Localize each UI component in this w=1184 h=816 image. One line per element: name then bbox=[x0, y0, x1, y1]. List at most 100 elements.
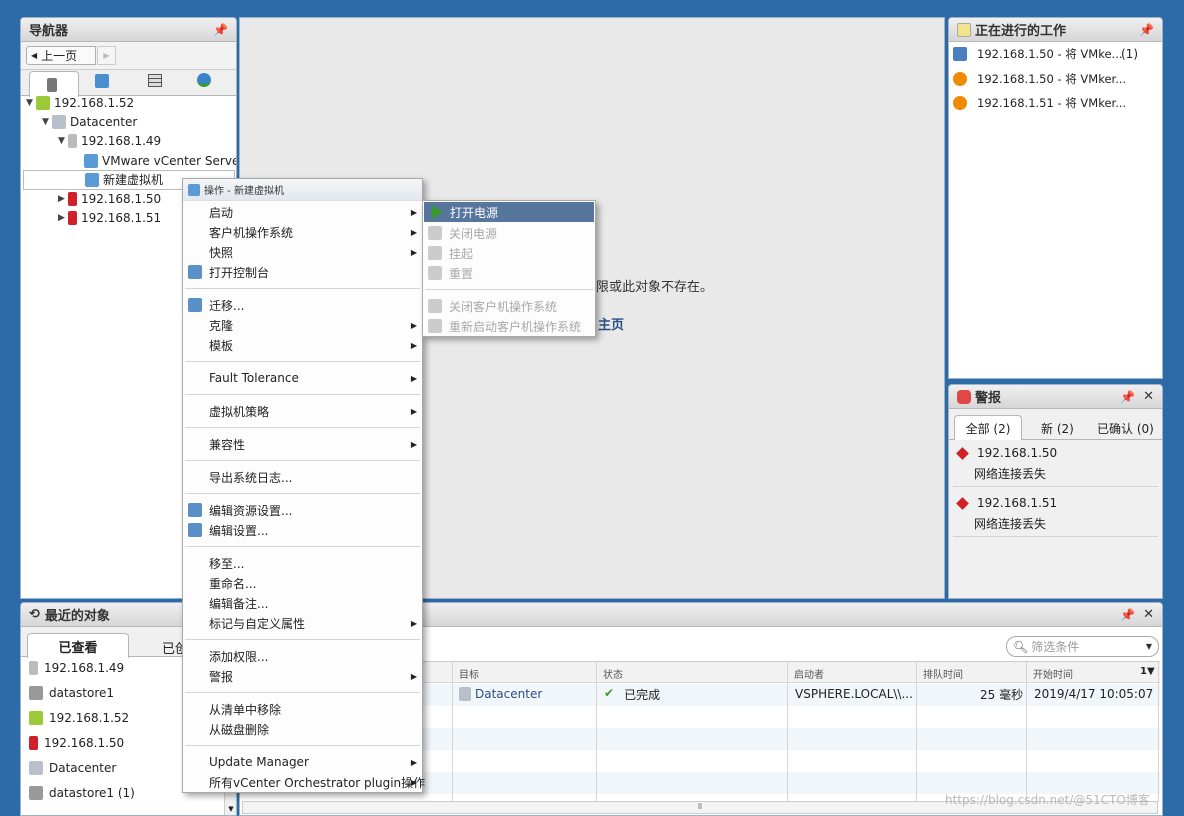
column-target[interactable]: 目标 bbox=[453, 662, 597, 802]
chevron-down-icon[interactable]: ▼ bbox=[1146, 642, 1152, 651]
submenu-arrow-icon: ▶ bbox=[410, 373, 417, 383]
task-target-link[interactable]: Datacenter bbox=[475, 687, 542, 701]
tree-node[interactable]: ▶ 192.168.1.51 bbox=[58, 208, 161, 228]
navigator-title: 导航器 bbox=[29, 24, 69, 39]
menu-item-label: Fault Tolerance bbox=[209, 371, 299, 385]
menu-item-entry[interactable]: 从清单中移除 bbox=[183, 699, 422, 719]
menu-separator bbox=[423, 283, 595, 296]
tree-node[interactable]: ▼ Datacenter bbox=[42, 112, 137, 132]
pin-icon[interactable]: 📌 bbox=[1120, 608, 1135, 622]
menu-item-label: 警报 bbox=[209, 669, 234, 684]
column-initiator[interactable]: 启动者 bbox=[788, 662, 917, 802]
close-icon[interactable]: ✕ bbox=[1143, 607, 1154, 622]
forward-button[interactable]: ▶ bbox=[97, 46, 116, 65]
tab-network[interactable] bbox=[197, 73, 211, 87]
work-item-label: 192.168.1.50 - 将 VMke... bbox=[977, 47, 1123, 61]
alarm-item[interactable]: 192.168.1.50 bbox=[955, 443, 1057, 463]
menu-item-entry[interactable]: 重命名... bbox=[183, 573, 422, 593]
column-status[interactable]: 状态 bbox=[597, 662, 788, 802]
menu-item-console[interactable]: 打开控制台 bbox=[183, 262, 422, 282]
menu-item-entry[interactable]: 编辑备注... bbox=[183, 593, 422, 613]
work-in-progress-title: 正在进行的工作 bbox=[975, 24, 1067, 39]
menu-item-label: 模板 bbox=[209, 338, 234, 353]
tree-node-label: 192.168.1.49 bbox=[81, 134, 162, 149]
alarms-tab-all[interactable]: 全部 (2) bbox=[954, 415, 1022, 440]
menu-item-entry[interactable]: 客户机操作系统 ▶ bbox=[183, 222, 422, 242]
menu-item-entry[interactable]: 从磁盘删除 bbox=[183, 719, 422, 739]
expand-down-icon[interactable]: ▼ bbox=[42, 117, 52, 127]
menu-item-resource-settings[interactable]: 编辑资源设置... bbox=[183, 500, 422, 520]
menu-item-entry[interactable]: 警报 ▶ bbox=[183, 666, 422, 686]
history-icon: ⟲ bbox=[29, 607, 40, 622]
menu-item-entry[interactable]: 虚拟机策略 ▶ bbox=[183, 401, 422, 421]
tree-node[interactable]: VMware vCenter Serve... bbox=[74, 151, 236, 171]
recent-item[interactable]: 192.168.1.50 bbox=[29, 733, 124, 753]
menu-separator bbox=[183, 454, 422, 467]
home-link[interactable]: 主页 bbox=[598, 314, 624, 333]
recent-item[interactable]: 192.168.1.49 bbox=[29, 658, 124, 678]
column-start-time[interactable]: 开始时间 bbox=[1027, 662, 1159, 802]
filter-input[interactable]: 🔍︎ 筛选条件 ▼ bbox=[1006, 636, 1159, 657]
work-item[interactable]: 192.168.1.50 - 将 VMker... bbox=[953, 69, 1158, 89]
alarm-host: 192.168.1.50 bbox=[977, 446, 1058, 460]
menu-item-entry[interactable]: 导出系统日志... bbox=[183, 467, 422, 487]
work-item[interactable]: 192.168.1.51 - 将 VMker... bbox=[953, 93, 1158, 113]
pin-icon[interactable]: 📌 bbox=[1120, 390, 1135, 404]
task-initiator: VSPHERE.LOCAL\\... bbox=[795, 687, 913, 701]
recent-item[interactable]: datastore1 bbox=[29, 683, 114, 703]
menu-item-edit-settings[interactable]: 编辑设置... bbox=[183, 520, 422, 540]
expand-right-icon[interactable]: ▶ bbox=[58, 213, 68, 223]
recent-item[interactable]: datastore1 (1) bbox=[29, 783, 135, 803]
menu-item-entry[interactable]: Update Manager ▶ bbox=[183, 752, 422, 772]
menu-item-entry[interactable]: 启动 ▶ bbox=[183, 202, 422, 222]
tree-node-label: Datacenter bbox=[70, 115, 138, 130]
recent-item[interactable]: Datacenter bbox=[29, 758, 116, 778]
menu-item-entry[interactable]: Fault Tolerance ▶ bbox=[183, 368, 422, 388]
migrate-icon bbox=[188, 298, 202, 312]
recent-tab-viewed[interactable]: 已查看 bbox=[27, 633, 129, 658]
expand-down-icon[interactable]: ▼ bbox=[58, 136, 68, 146]
alarms-panel: 警报 📌 ✕ 全部 (2) 新 (2) 已确认 (0) 192.168.1.50 网络… bbox=[948, 384, 1163, 599]
menu-item-label: 兼容性 bbox=[209, 437, 246, 452]
alarms-tab-acknowledged[interactable]: 已确认 (0) bbox=[1097, 420, 1154, 437]
alarms-tab-new[interactable]: 新 (2) bbox=[1041, 420, 1074, 437]
close-icon[interactable]: ✕ bbox=[1143, 389, 1154, 404]
expand-down-icon[interactable]: ▼ bbox=[26, 98, 36, 108]
host-alert-icon bbox=[68, 192, 77, 206]
menu-item-label: 所有vCenter Orchestrator plugin操作 bbox=[209, 775, 426, 790]
menu-item-power-on[interactable]: 打开电源 bbox=[424, 202, 594, 222]
recent-objects-title: 最近的对象 bbox=[44, 609, 110, 624]
menu-item-label: 从磁盘删除 bbox=[209, 722, 270, 737]
alarm-item[interactable]: 192.168.1.51 bbox=[955, 493, 1057, 513]
menu-item-entry[interactable]: 添加权限... bbox=[183, 646, 422, 666]
tree-node[interactable]: ▼ 192.168.1.52 bbox=[26, 93, 134, 113]
tab-vms-templates[interactable] bbox=[95, 74, 109, 88]
pin-icon[interactable]: 📌 bbox=[1139, 23, 1154, 37]
tree-node[interactable]: ▼ 192.168.1.49 bbox=[58, 131, 161, 151]
host-alert-icon bbox=[29, 736, 38, 750]
tree-node[interactable]: ▶ 192.168.1.50 bbox=[58, 189, 161, 209]
menu-item-migrate[interactable]: 迁移... bbox=[183, 295, 422, 315]
host-icon bbox=[68, 134, 77, 149]
menu-item-entry[interactable]: 克隆 ▶ bbox=[183, 315, 422, 335]
menu-item-entry[interactable]: 标记与自定义属性 ▶ bbox=[183, 613, 422, 633]
column-queued[interactable]: 排队时间 bbox=[917, 662, 1027, 802]
expand-right-icon[interactable]: ▶ bbox=[58, 194, 68, 204]
menu-item-entry[interactable]: 兼容性 ▶ bbox=[183, 434, 422, 454]
navigator-header: 导航器 📌 bbox=[21, 18, 236, 42]
menu-item-entry[interactable]: 快照 ▶ bbox=[183, 242, 422, 262]
tab-storage[interactable] bbox=[148, 74, 162, 87]
submenu-arrow-icon: ▶ bbox=[410, 340, 417, 350]
work-item[interactable]: 192.168.1.50 - 将 VMke... (1) bbox=[953, 44, 1158, 64]
menu-separator bbox=[183, 739, 422, 752]
menu-item-entry[interactable]: 所有vCenter Orchestrator plugin操作 ▶ bbox=[183, 772, 426, 792]
pin-icon[interactable]: 📌 bbox=[213, 23, 228, 37]
back-button[interactable]: ◀ 上一页 bbox=[26, 46, 96, 65]
sort-indicator[interactable]: 1▼ bbox=[1140, 666, 1155, 677]
recent-item[interactable]: 192.168.1.52 bbox=[29, 708, 129, 728]
tree-node-label: 192.168.1.51 bbox=[81, 211, 162, 226]
recent-item-label: Datacenter bbox=[49, 761, 117, 775]
menu-item-entry[interactable]: 移至... bbox=[183, 553, 422, 573]
notepad-icon bbox=[957, 22, 971, 37]
menu-item-entry[interactable]: 模板 ▶ bbox=[183, 335, 422, 355]
